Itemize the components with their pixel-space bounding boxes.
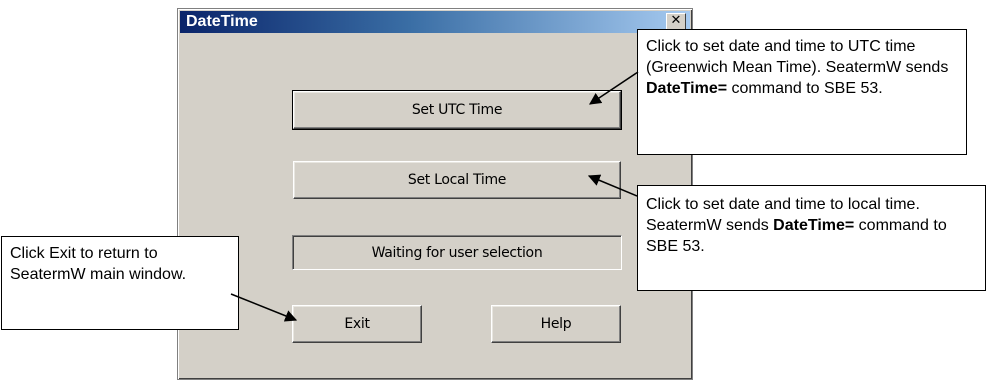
utc-callout-command: DateTime= — [646, 80, 728, 97]
exit-label: Exit — [344, 316, 370, 332]
utc-callout-text: Click to set date and time to UTC time (… — [646, 38, 949, 76]
status-field: Waiting for user selection — [292, 235, 622, 270]
exit-callout-text: Click Exit to return to SeatermW main wi… — [10, 245, 187, 283]
window-title: DateTime — [186, 13, 258, 30]
local-callout-command: DateTime= — [773, 217, 855, 234]
local-callout: Click to set date and time to local time… — [637, 185, 986, 291]
title-bar: DateTime ✕ — [180, 11, 690, 33]
close-icon: ✕ — [670, 13, 682, 28]
help-label: Help — [540, 316, 572, 332]
set-local-time-button[interactable]: Set Local Time — [293, 161, 621, 199]
status-text: Waiting for user selection — [371, 244, 543, 261]
close-button[interactable]: ✕ — [666, 13, 686, 30]
exit-callout: Click Exit to return to SeatermW main wi… — [1, 236, 239, 330]
set-utc-time-button[interactable]: Set UTC Time — [292, 90, 622, 130]
exit-button[interactable]: Exit — [292, 305, 422, 343]
help-button[interactable]: Help — [491, 305, 621, 343]
set-utc-time-label: Set UTC Time — [411, 102, 503, 118]
datetime-dialog: DateTime ✕ Set UTC Time Set Local Time W… — [177, 8, 693, 380]
utc-callout-text-end: command to SBE 53. — [727, 80, 883, 97]
set-local-time-label: Set Local Time — [407, 172, 507, 188]
utc-callout: Click to set date and time to UTC time (… — [637, 29, 967, 155]
